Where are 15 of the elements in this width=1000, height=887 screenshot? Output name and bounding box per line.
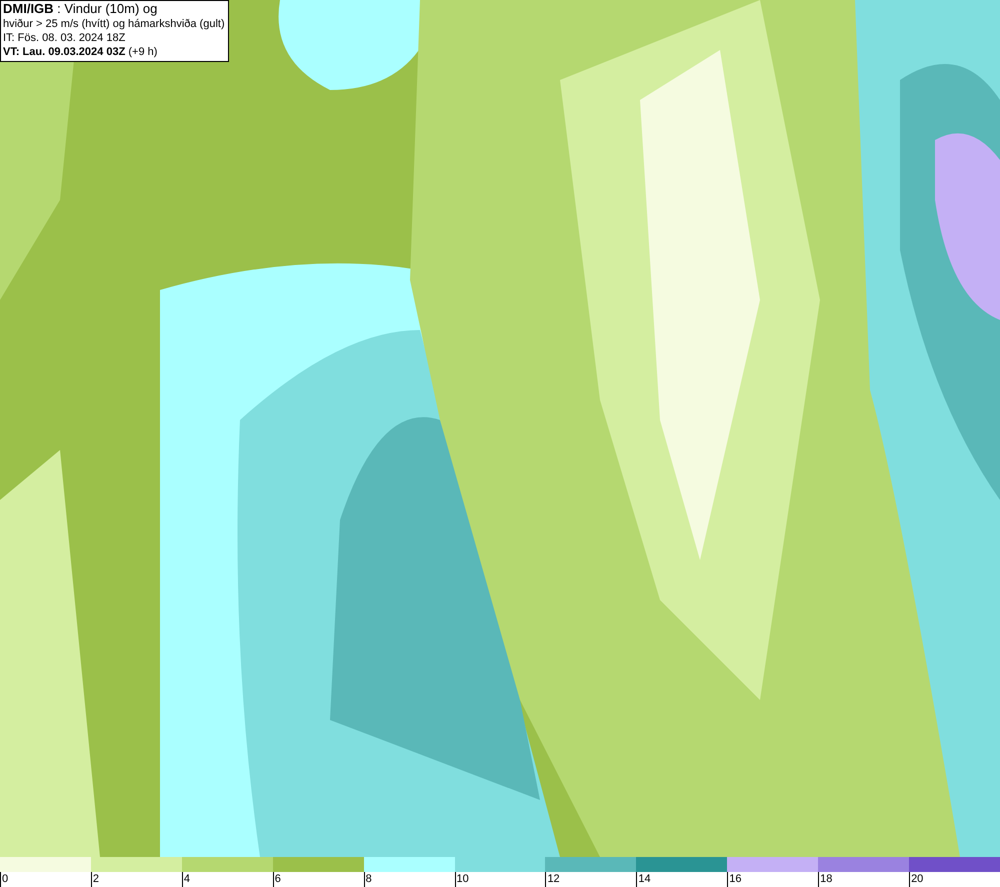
legend-label: 2 xyxy=(92,872,100,887)
info-text: IT: Fös. 08. 03. 2024 18Z xyxy=(3,31,126,45)
legend-label: 20 xyxy=(911,872,924,887)
legend-label: 14 xyxy=(638,872,651,887)
legend-label: 18 xyxy=(820,872,832,887)
legend-label: 16 xyxy=(729,872,742,887)
legend-label: 8 xyxy=(366,872,372,887)
info-text: VT: Lau. 09.03.2024 03Z (+9 h) xyxy=(3,45,158,59)
legend-label: 10 xyxy=(456,872,469,887)
legend-label: 4 xyxy=(184,872,190,887)
legend-label: 6 xyxy=(274,872,281,887)
info-text: DMI/IGB : Vindur (10m) og xyxy=(3,1,158,17)
legend-label: 0 xyxy=(2,872,8,887)
info-text: hviður > 25 m/s (hvítt) og hámarkshviða (gult) xyxy=(3,17,226,31)
legend-label: 12 xyxy=(547,872,560,887)
